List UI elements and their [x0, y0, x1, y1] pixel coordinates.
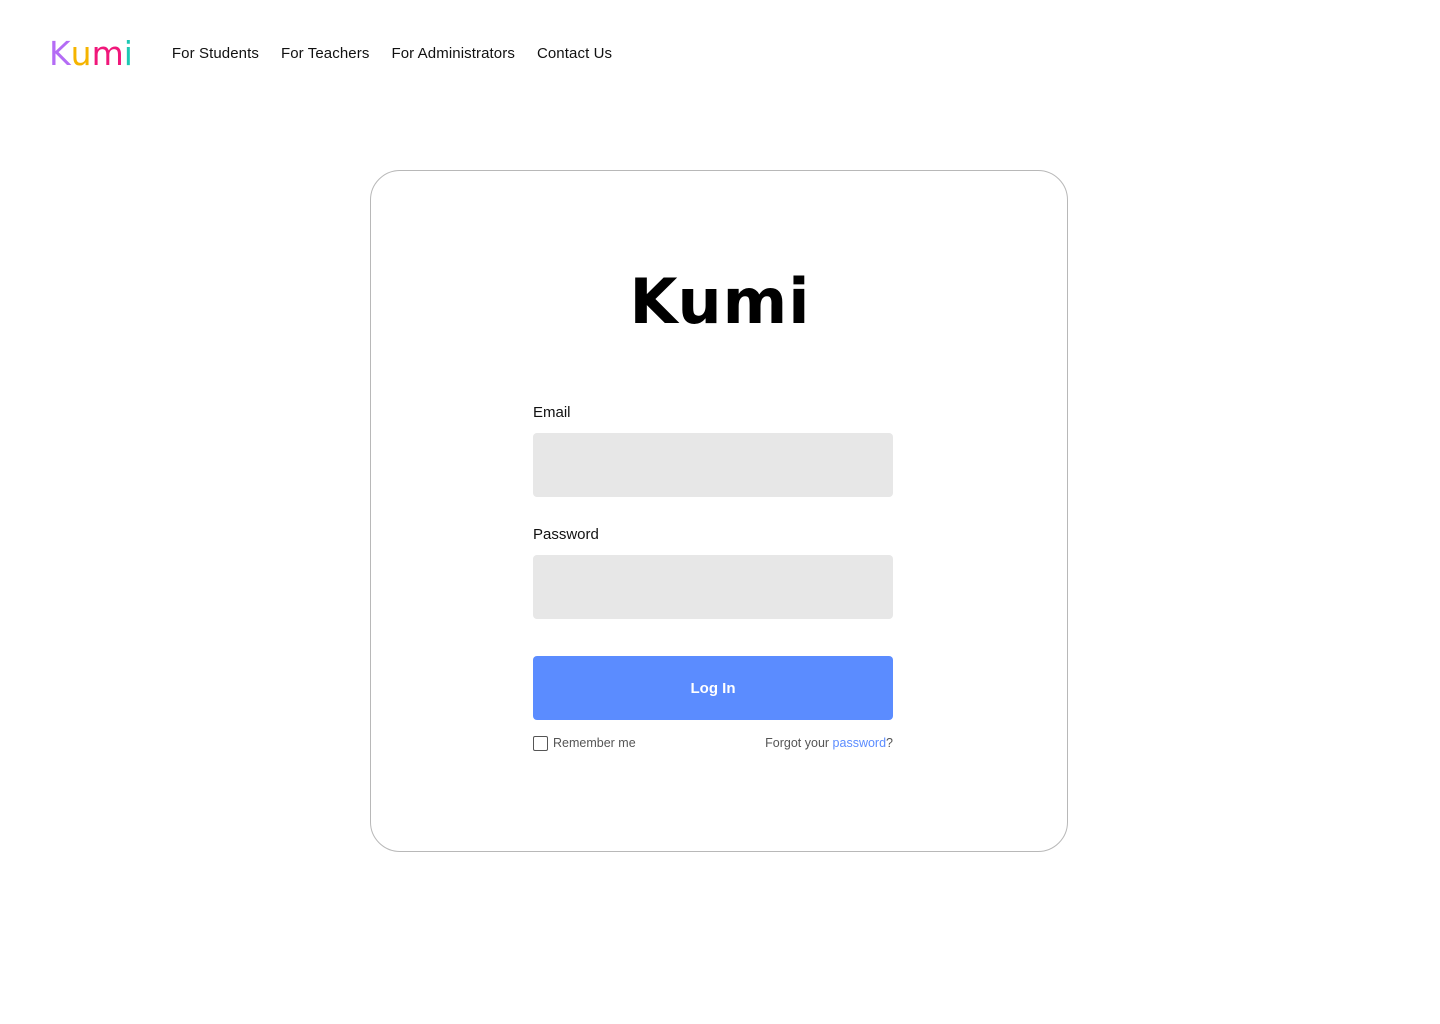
- forgot-password: Forgot your password?: [765, 736, 893, 750]
- forgot-password-prefix: Forgot your: [765, 736, 833, 750]
- logo-letter-i: i: [123, 33, 133, 73]
- login-page: K u m i For Students For Teachers For Ad…: [0, 0, 1440, 1024]
- remember-me-label[interactable]: Remember me: [553, 736, 636, 750]
- forgot-password-link[interactable]: password: [833, 736, 887, 750]
- password-label: Password: [533, 526, 599, 543]
- forgot-password-suffix: ?: [886, 736, 893, 750]
- nav-link-for-teachers[interactable]: For Teachers: [281, 45, 369, 62]
- nav-link-for-students[interactable]: For Students: [172, 45, 259, 62]
- password-field[interactable]: [533, 555, 893, 619]
- login-button[interactable]: Log In: [533, 656, 893, 720]
- nav-link-for-administrators[interactable]: For Administrators: [391, 45, 515, 62]
- remember-me-checkbox[interactable]: [533, 735, 548, 751]
- email-label: Email: [533, 404, 571, 421]
- logo-letter-m: m: [91, 33, 124, 73]
- logo-letter-u: u: [70, 33, 92, 73]
- email-field[interactable]: [533, 433, 893, 497]
- login-options-row: Remember me Forgot your password?: [533, 734, 893, 752]
- main-nav: For Students For Teachers For Administra…: [172, 45, 612, 62]
- nav-link-contact-us[interactable]: Contact Us: [537, 45, 612, 62]
- login-form: Email Password Log In Remember me Forgot…: [533, 403, 893, 752]
- site-header: K u m i For Students For Teachers For Ad…: [49, 32, 612, 74]
- brand-logo[interactable]: K u m i: [49, 37, 133, 70]
- remember-me: Remember me: [533, 735, 636, 751]
- logo-letter-k: K: [49, 33, 71, 73]
- login-card: Kumi Email Password Log In Remember me F…: [370, 170, 1068, 852]
- login-title: Kumi: [629, 265, 811, 338]
